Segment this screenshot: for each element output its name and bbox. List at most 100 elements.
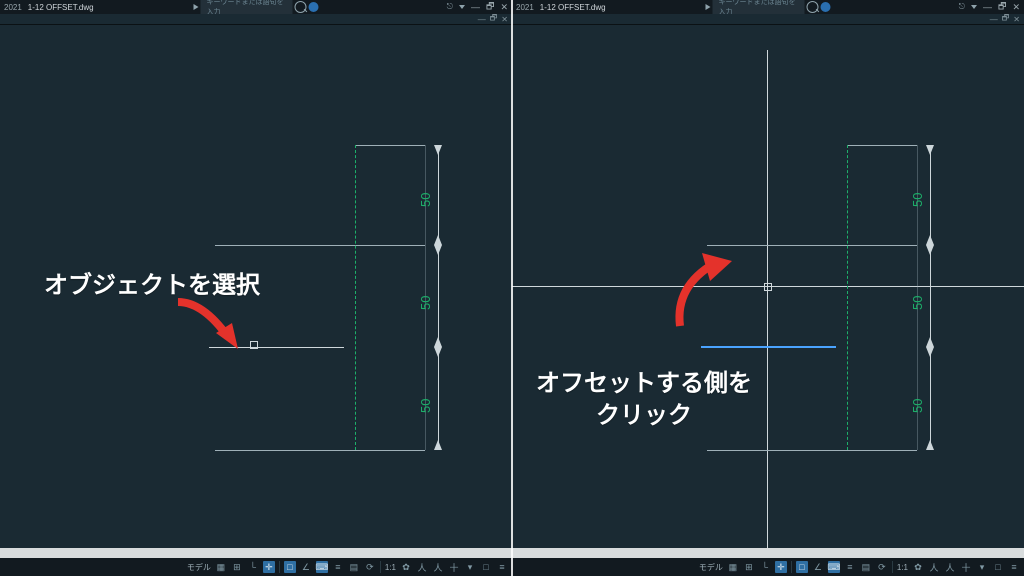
crosshair-v: [767, 50, 768, 548]
dyn-icon[interactable]: ⌨: [316, 561, 328, 573]
grid-icon[interactable]: ▦: [727, 561, 739, 573]
arrow-icon: [434, 440, 442, 450]
osnap-icon[interactable]: □: [796, 561, 808, 573]
trans-icon[interactable]: ▤: [860, 561, 872, 573]
app-year: 2021: [516, 3, 534, 12]
separator: [380, 561, 381, 573]
close-button[interactable]: ✕: [1012, 2, 1020, 13]
dim-line-1: [930, 145, 931, 245]
snap-icon[interactable]: ⊞: [743, 561, 755, 573]
box-icon[interactable]: □: [480, 561, 492, 573]
separator: [791, 561, 792, 573]
bottom-line: [707, 450, 917, 451]
model-tab[interactable]: モデル: [187, 562, 211, 573]
doc-controls: — 🗗 ✕: [512, 14, 1024, 24]
annotation-left: オブジェクトを選択: [44, 265, 260, 300]
otrack-icon[interactable]: ∠: [300, 561, 312, 573]
dim-text-2: 50: [418, 296, 433, 310]
anno2-icon[interactable]: 人: [944, 561, 956, 573]
drawing-canvas-left[interactable]: 50 50 50 オブジェクトを選択: [0, 25, 512, 548]
dim-text-1: 50: [418, 193, 433, 207]
trans-icon[interactable]: ▤: [348, 561, 360, 573]
gear-icon[interactable]: ✿: [400, 561, 412, 573]
box-icon[interactable]: □: [992, 561, 1004, 573]
anno2-icon[interactable]: 人: [432, 561, 444, 573]
cycle-icon[interactable]: ⟳: [876, 561, 888, 573]
menu-icon[interactable]: ≡: [496, 561, 508, 573]
polar-icon[interactable]: ✛: [263, 561, 275, 573]
dim-text-3: 50: [418, 399, 433, 413]
lwt-icon[interactable]: ≡: [844, 561, 856, 573]
filename: 1-12 OFFSET.dwg: [28, 3, 94, 12]
close-button[interactable]: ✕: [500, 2, 508, 13]
title-bar: 2021 1-12 OFFSET.dwg キーワードまたは語句を入力 ⎋ — 🗗…: [512, 0, 1024, 14]
cycle-icon[interactable]: ⟳: [364, 561, 376, 573]
arrow-icon: [926, 245, 934, 255]
dropdown-icon[interactable]: [971, 5, 977, 9]
grid-icon[interactable]: ▦: [215, 561, 227, 573]
dim-text-1: 50: [910, 193, 925, 207]
arrow-icon: [926, 440, 934, 450]
play-icon[interactable]: [194, 4, 199, 10]
dashdot-line: [355, 145, 356, 450]
otrack-icon[interactable]: ∠: [812, 561, 824, 573]
command-bar[interactable]: [512, 548, 1024, 558]
snap-icon[interactable]: ⊞: [231, 561, 243, 573]
play-icon[interactable]: [706, 4, 711, 10]
dashdot-line: [847, 145, 848, 450]
dim-line-2: [438, 245, 439, 347]
user-icon[interactable]: [309, 2, 319, 12]
doc-close-icon[interactable]: ✕: [501, 15, 508, 24]
anno-icon[interactable]: 人: [416, 561, 428, 573]
dyn-icon[interactable]: ⌨: [828, 561, 840, 573]
drawing-canvas-right[interactable]: 50 50 50 オフセットする側を クリック: [512, 25, 1024, 548]
dim-text-3: 50: [910, 399, 925, 413]
separator: [892, 561, 893, 573]
search-icon[interactable]: [807, 1, 819, 13]
user-icon[interactable]: [821, 2, 831, 12]
annotation-right-line2: クリック: [596, 395, 692, 430]
lwt-icon[interactable]: ≡: [332, 561, 344, 573]
arrow-icon: [926, 145, 934, 155]
status-bar: モデル ▦ ⊞ └ ✛ □ ∠ ⌨ ≡ ▤ ⟳ 1:1 ✿ 人 人 十 ▾ □ …: [512, 558, 1024, 576]
dim-line-3: [930, 347, 931, 450]
top-short-line: [355, 145, 425, 146]
minimize-button[interactable]: —: [983, 2, 992, 12]
scale-label[interactable]: 1:1: [385, 563, 396, 572]
scale-label[interactable]: 1:1: [897, 563, 908, 572]
dim-line-3: [438, 347, 439, 450]
status-bar: モデル ▦ ⊞ └ ✛ □ ∠ ⌨ ≡ ▤ ⟳ 1:1 ✿ 人 人 十 ▾ □ …: [0, 558, 512, 576]
plus-icon[interactable]: 十: [960, 561, 972, 573]
doc-close-icon[interactable]: ✕: [1013, 15, 1020, 24]
separator: [279, 561, 280, 573]
arrow-icon: [434, 337, 442, 347]
minimize-button[interactable]: —: [471, 2, 480, 12]
menu-icon[interactable]: ≡: [1008, 561, 1020, 573]
model-tab[interactable]: モデル: [699, 562, 723, 573]
anno-icon[interactable]: 人: [928, 561, 940, 573]
doc-min-icon[interactable]: —: [478, 15, 486, 24]
filename: 1-12 OFFSET.dwg: [540, 3, 606, 12]
top-short-line: [847, 145, 917, 146]
doc-min-icon[interactable]: —: [990, 15, 998, 24]
polar-icon[interactable]: ✛: [775, 561, 787, 573]
gear-icon[interactable]: ✿: [912, 561, 924, 573]
arrow-icon: [926, 337, 934, 347]
tri-icon[interactable]: ▾: [976, 561, 988, 573]
osnap-icon[interactable]: □: [284, 561, 296, 573]
ortho-icon[interactable]: └: [247, 561, 259, 573]
plus-icon[interactable]: 十: [448, 561, 460, 573]
mid-line: [215, 245, 425, 246]
ortho-icon[interactable]: └: [759, 561, 771, 573]
app-year: 2021: [4, 3, 22, 12]
arrow-icon: [434, 245, 442, 255]
command-bar[interactable]: [0, 548, 512, 558]
dropdown-icon[interactable]: [459, 5, 465, 9]
dim-line-1: [438, 145, 439, 245]
arrow-icon: [434, 235, 442, 245]
search-icon[interactable]: [295, 1, 307, 13]
share-icon[interactable]: ⎋: [959, 2, 965, 12]
share-icon[interactable]: ⎋: [447, 2, 453, 12]
tri-icon[interactable]: ▾: [464, 561, 476, 573]
left-pane: 2021 1-12 OFFSET.dwg キーワードまたは語句を入力 ⎋ — 🗗…: [0, 0, 512, 576]
